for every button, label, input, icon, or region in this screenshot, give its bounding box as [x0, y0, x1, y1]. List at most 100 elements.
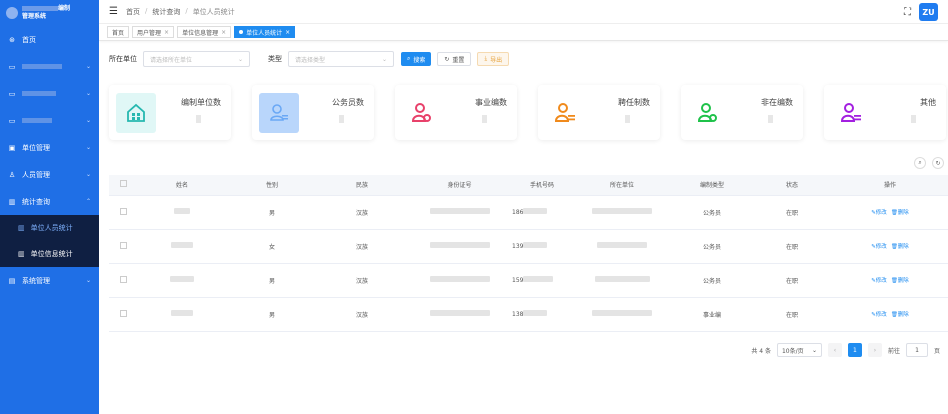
unit-placeholder: 请选择所在单位: [150, 56, 193, 64]
delete-button[interactable]: 🗑删除: [891, 208, 909, 216]
name-cell: [171, 310, 193, 316]
status-cell: 在职: [752, 263, 832, 298]
table-tools: ⌕ ↻: [914, 157, 944, 169]
stat-cards: 编制单位数 公务员数 事业编数 聘任制数 非在编数 其他: [109, 85, 946, 140]
sidebar-item-label: 统计查询: [22, 197, 50, 206]
breadcrumb-stats: 统计查询: [152, 7, 181, 16]
blurred-label: [22, 91, 56, 96]
next-page-button[interactable]: ›: [867, 343, 882, 357]
brand: 编制 管理系统: [0, 0, 99, 26]
tab-unit-info[interactable]: 单位信息管理 ×: [177, 26, 232, 38]
export-button-label: 导出: [490, 56, 503, 64]
page-number[interactable]: 1: [847, 343, 862, 357]
table-row: 男 汉族 159 公务员 在职 ✎修改 🗑删除: [109, 263, 948, 298]
edit-button[interactable]: ✎修改: [871, 208, 887, 216]
row-checkbox[interactable]: [119, 275, 127, 283]
sidebar-item-label: 人员管理: [22, 170, 50, 179]
type-select[interactable]: 请选择类型 ⌄: [288, 51, 394, 67]
chevron-down-icon: ⌄: [85, 171, 91, 178]
tab-user-mgmt[interactable]: 用户管理 ×: [132, 26, 175, 38]
sidebar-item-hidden-1[interactable]: ▭ ⌄: [0, 53, 99, 80]
chevron-down-icon: ⌄: [85, 90, 91, 97]
chevron-down-icon: ⌄: [237, 55, 243, 63]
edit-button[interactable]: ✎修改: [871, 242, 887, 250]
stat-card-value: [625, 115, 630, 123]
sidebar-item-stats-query[interactable]: ▥ 统计查询 ⌃: [0, 188, 99, 215]
tab-home[interactable]: 首页: [107, 26, 130, 38]
phone-blur: [523, 208, 548, 214]
sidebar-item-hidden-2[interactable]: ▭ ⌄: [0, 80, 99, 107]
fullscreen-icon[interactable]: ⛶: [904, 7, 911, 18]
tab-label: 首页: [112, 29, 125, 37]
table-row: 男 汉族 186 公务员 在职 ✎修改 🗑删除: [109, 195, 948, 230]
delete-button[interactable]: 🗑删除: [891, 310, 909, 318]
name-cell: [171, 242, 193, 248]
sidebar-item-person-mgmt[interactable]: ♙ 人员管理 ⌄: [0, 161, 99, 188]
menu-icon: ▭: [8, 62, 16, 71]
tab-unit-person[interactable]: 单位人员统计 ×: [234, 26, 296, 38]
sidebar-subitem-unit-info[interactable]: ▥ 单位信息统计: [0, 241, 99, 267]
data-table: 姓名 性别 民族 身份证号 手机号码 所在单位 编制类型 状态 操作 男 汉族 …: [109, 175, 948, 332]
sidebar-item-hidden-3[interactable]: ▭ ⌄: [0, 107, 99, 134]
avatar[interactable]: ZU: [919, 3, 938, 21]
row-checkbox[interactable]: [119, 207, 127, 215]
sidebar-subitem-label: 单位人员统计: [30, 224, 73, 232]
search-icon[interactable]: ⌕: [914, 157, 926, 169]
person-list-icon: [545, 93, 585, 133]
col-header: 姓名: [137, 175, 227, 196]
refresh-icon[interactable]: ↻: [932, 157, 944, 169]
sidebar-item-system-mgmt[interactable]: ▤ 系统管理 ⌄: [0, 267, 99, 294]
tags-view: 首页 用户管理 × 单位信息管理 × 单位人员统计 ×: [99, 24, 948, 41]
close-icon[interactable]: ×: [285, 29, 290, 36]
edit-button[interactable]: ✎修改: [871, 310, 887, 318]
unit-label: 所在单位: [109, 55, 137, 63]
stat-card-label: 事业编数: [475, 98, 507, 107]
delete-button[interactable]: 🗑删除: [891, 276, 909, 284]
reset-button-label: 重置: [452, 56, 465, 64]
user-icon: ♙: [8, 170, 16, 179]
sidebar-item-label: 首页: [22, 35, 36, 44]
stat-card-value: [768, 115, 773, 123]
unit-select[interactable]: 请选择所在单位 ⌄: [143, 51, 250, 67]
ethnicity-cell: 汉族: [317, 195, 407, 230]
topbar: ☰ 首页 / 统计查询 / 单位人员统计 ⛶ ZU: [99, 0, 948, 24]
tab-label: 用户管理: [137, 29, 162, 37]
reset-button[interactable]: ↻ 重置: [437, 52, 472, 66]
export-button[interactable]: ⤓ 导出: [477, 52, 510, 66]
ethnicity-cell: 汉族: [317, 263, 407, 298]
breadcrumb-home[interactable]: 首页: [126, 7, 140, 17]
delete-button[interactable]: 🗑删除: [891, 242, 909, 250]
person-list-icon: [831, 93, 871, 133]
chevron-down-icon: ⌄: [85, 144, 91, 151]
sidebar-subitem-label: 单位信息统计: [30, 250, 73, 258]
prev-page-button[interactable]: ‹: [827, 343, 842, 357]
chevron-down-icon: ⌄: [811, 346, 817, 354]
row-checkbox[interactable]: [119, 241, 127, 249]
page-size-select[interactable]: 10条/页 ⌄: [776, 343, 822, 357]
ethnicity-cell: 汉族: [317, 229, 407, 264]
hamburger-icon[interactable]: ☰: [109, 6, 118, 17]
close-icon[interactable]: ×: [221, 29, 226, 36]
gender-cell: 男: [227, 195, 317, 230]
stat-card-value: [196, 115, 201, 123]
sidebar-item-unit-mgmt[interactable]: ▣ 单位管理 ⌄: [0, 134, 99, 161]
row-checkbox[interactable]: [119, 309, 127, 317]
close-icon[interactable]: ×: [164, 29, 169, 36]
tab-label: 单位人员统计: [246, 29, 283, 37]
status-cell: 在职: [752, 195, 832, 230]
gender-cell: 男: [227, 263, 317, 298]
search-button[interactable]: ⌕ 搜索: [401, 52, 432, 66]
sidebar-item-home[interactable]: ⊛ 首页: [0, 26, 99, 53]
refresh-icon: ↻: [444, 55, 450, 63]
sidebar-subitem-unit-person[interactable]: ▥ 单位人员统计: [0, 215, 99, 241]
edit-button[interactable]: ✎修改: [871, 276, 887, 284]
settings-icon: ▤: [8, 276, 16, 285]
col-header: 身份证号: [407, 175, 512, 196]
id-number-cell: [429, 208, 490, 214]
select-all-checkbox[interactable]: [119, 180, 127, 188]
phone-blur: [523, 276, 554, 282]
person-gear-icon: [402, 93, 442, 133]
goto-input[interactable]: 1: [905, 343, 928, 357]
chevron-down-icon: ⌄: [85, 277, 91, 284]
stat-card-units: 编制单位数: [109, 85, 231, 140]
